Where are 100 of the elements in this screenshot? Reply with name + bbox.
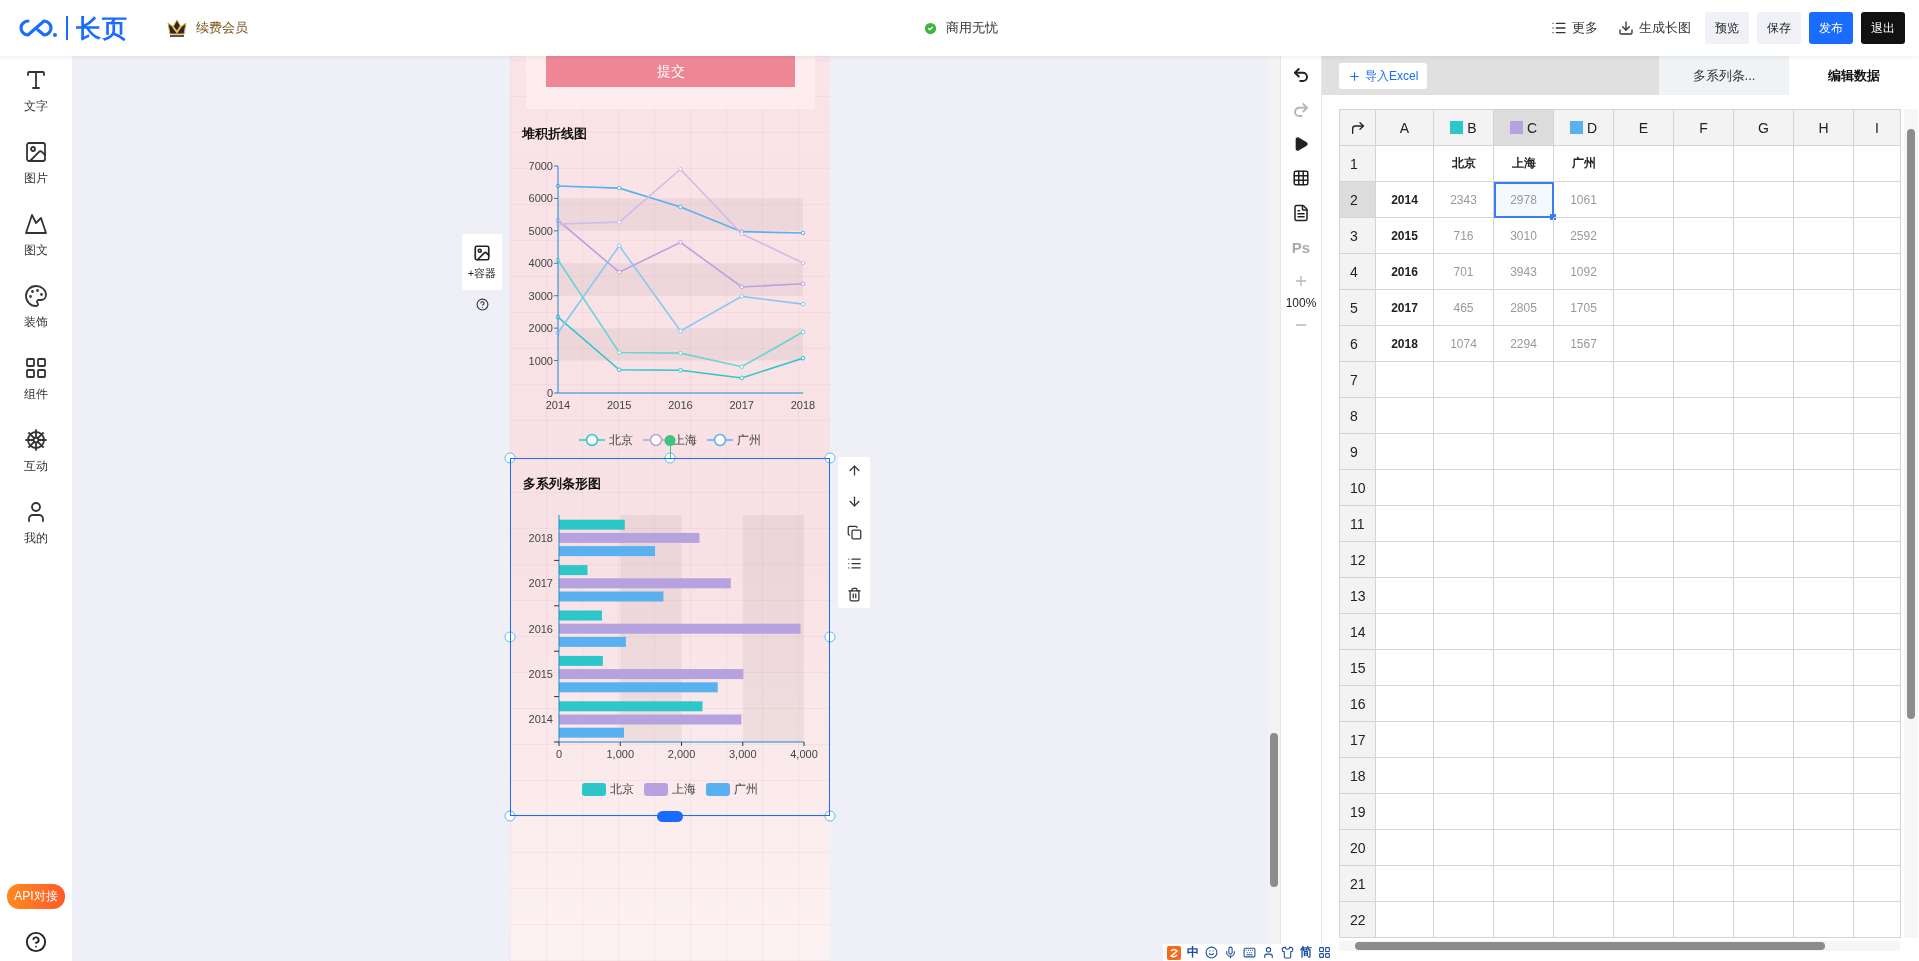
play-icon[interactable] — [1293, 136, 1309, 152]
table-cell[interactable] — [1854, 290, 1901, 326]
table-cell[interactable] — [1854, 146, 1901, 182]
table-cell[interactable] — [1854, 434, 1901, 470]
column-header[interactable]: H — [1794, 110, 1854, 146]
table-cell[interactable] — [1494, 362, 1554, 398]
row-header[interactable]: 13 — [1340, 578, 1376, 614]
emoji-icon[interactable] — [1205, 946, 1218, 959]
table-cell[interactable] — [1554, 578, 1614, 614]
column-header[interactable]: G — [1734, 110, 1794, 146]
table-cell[interactable] — [1794, 398, 1854, 434]
column-header[interactable]: B — [1434, 110, 1494, 146]
table-cell[interactable] — [1614, 326, 1674, 362]
row-header[interactable]: 2 — [1340, 182, 1376, 218]
table-cell[interactable]: 2017 — [1376, 290, 1434, 326]
table-cell[interactable] — [1734, 182, 1794, 218]
table-cell[interactable] — [1674, 290, 1734, 326]
sidebar-item[interactable]: 我的 — [6, 500, 66, 560]
scrollbar-thumb[interactable] — [1907, 129, 1915, 719]
table-cell[interactable] — [1494, 614, 1554, 650]
table-cell[interactable] — [1794, 146, 1854, 182]
table-cell[interactable] — [1376, 830, 1434, 866]
table-cell[interactable] — [1674, 506, 1734, 542]
table-cell[interactable] — [1554, 830, 1614, 866]
table-cell[interactable] — [1494, 398, 1554, 434]
table-cell[interactable] — [1734, 578, 1794, 614]
table-cell[interactable] — [1794, 758, 1854, 794]
table-cell[interactable] — [1734, 902, 1794, 938]
table-cell[interactable] — [1674, 578, 1734, 614]
keyboard-icon[interactable] — [1243, 946, 1256, 959]
table-cell[interactable] — [1494, 506, 1554, 542]
table-cell[interactable] — [1734, 830, 1794, 866]
table-cell[interactable] — [1734, 722, 1794, 758]
row-header[interactable]: 22 — [1340, 902, 1376, 938]
table-cell[interactable] — [1854, 830, 1901, 866]
table-cell[interactable] — [1614, 434, 1674, 470]
table-cell[interactable] — [1434, 578, 1494, 614]
table-cell[interactable] — [1794, 866, 1854, 902]
table-cell[interactable] — [1434, 758, 1494, 794]
table-cell[interactable] — [1734, 650, 1794, 686]
table-cell[interactable] — [1794, 794, 1854, 830]
column-header[interactable]: F — [1674, 110, 1734, 146]
table-cell[interactable] — [1854, 794, 1901, 830]
table-cell[interactable] — [1674, 470, 1734, 506]
table-cell[interactable] — [1614, 362, 1674, 398]
row-header[interactable]: 19 — [1340, 794, 1376, 830]
table-cell[interactable] — [1554, 686, 1614, 722]
resize-handle[interactable] — [824, 810, 836, 822]
table-cell[interactable] — [1734, 218, 1794, 254]
copy-icon[interactable] — [846, 525, 862, 540]
table-cell[interactable] — [1434, 830, 1494, 866]
panel-tab[interactable]: 多系列条... — [1659, 56, 1789, 95]
table-cell[interactable] — [1376, 614, 1434, 650]
table-cell[interactable] — [1434, 866, 1494, 902]
table-cell[interactable] — [1494, 722, 1554, 758]
table-cell[interactable] — [1794, 470, 1854, 506]
row-header[interactable]: 5 — [1340, 290, 1376, 326]
table-cell[interactable] — [1734, 686, 1794, 722]
row-header[interactable]: 16 — [1340, 686, 1376, 722]
table-cell[interactable] — [1434, 794, 1494, 830]
table-cell[interactable] — [1854, 722, 1901, 758]
table-cell[interactable] — [1854, 506, 1901, 542]
table-cell[interactable] — [1854, 362, 1901, 398]
row-header[interactable]: 20 — [1340, 830, 1376, 866]
table-cell[interactable] — [1614, 758, 1674, 794]
table-cell[interactable] — [1854, 542, 1901, 578]
ime-script[interactable]: 简 — [1300, 944, 1312, 961]
table-cell[interactable] — [1434, 434, 1494, 470]
row-header[interactable]: 14 — [1340, 614, 1376, 650]
table-cell[interactable] — [1554, 794, 1614, 830]
table-cell[interactable] — [1794, 830, 1854, 866]
table-cell[interactable] — [1734, 326, 1794, 362]
table-cell[interactable]: 2016 — [1376, 254, 1434, 290]
scrollbar-thumb[interactable] — [1270, 733, 1278, 887]
table-cell[interactable] — [1494, 650, 1554, 686]
panel-tab[interactable]: 编辑数据 — [1789, 56, 1919, 95]
table-cell[interactable] — [1794, 434, 1854, 470]
table-cell[interactable] — [1554, 398, 1614, 434]
table-cell[interactable] — [1734, 794, 1794, 830]
table-cell[interactable] — [1434, 362, 1494, 398]
table-cell[interactable] — [1614, 506, 1674, 542]
fill-handle[interactable] — [1550, 214, 1556, 220]
table-cell[interactable] — [1376, 146, 1434, 182]
ime-logo-icon[interactable] — [1167, 945, 1181, 960]
table-cell[interactable] — [1614, 542, 1674, 578]
column-header[interactable]: I — [1854, 110, 1901, 146]
table-cell[interactable] — [1674, 218, 1734, 254]
table-cell[interactable] — [1674, 254, 1734, 290]
table-cell[interactable] — [1614, 182, 1674, 218]
table-cell[interactable] — [1494, 866, 1554, 902]
scrollbar-thumb[interactable] — [1355, 942, 1825, 950]
table-cell[interactable] — [1376, 542, 1434, 578]
table-cell[interactable] — [1734, 542, 1794, 578]
table-cell[interactable] — [1614, 578, 1674, 614]
row-header[interactable]: 6 — [1340, 326, 1376, 362]
resize-handle[interactable] — [824, 631, 836, 643]
table-cell[interactable] — [1674, 794, 1734, 830]
table-cell[interactable] — [1794, 578, 1854, 614]
table-cell[interactable] — [1614, 290, 1674, 326]
table-cell[interactable] — [1674, 398, 1734, 434]
